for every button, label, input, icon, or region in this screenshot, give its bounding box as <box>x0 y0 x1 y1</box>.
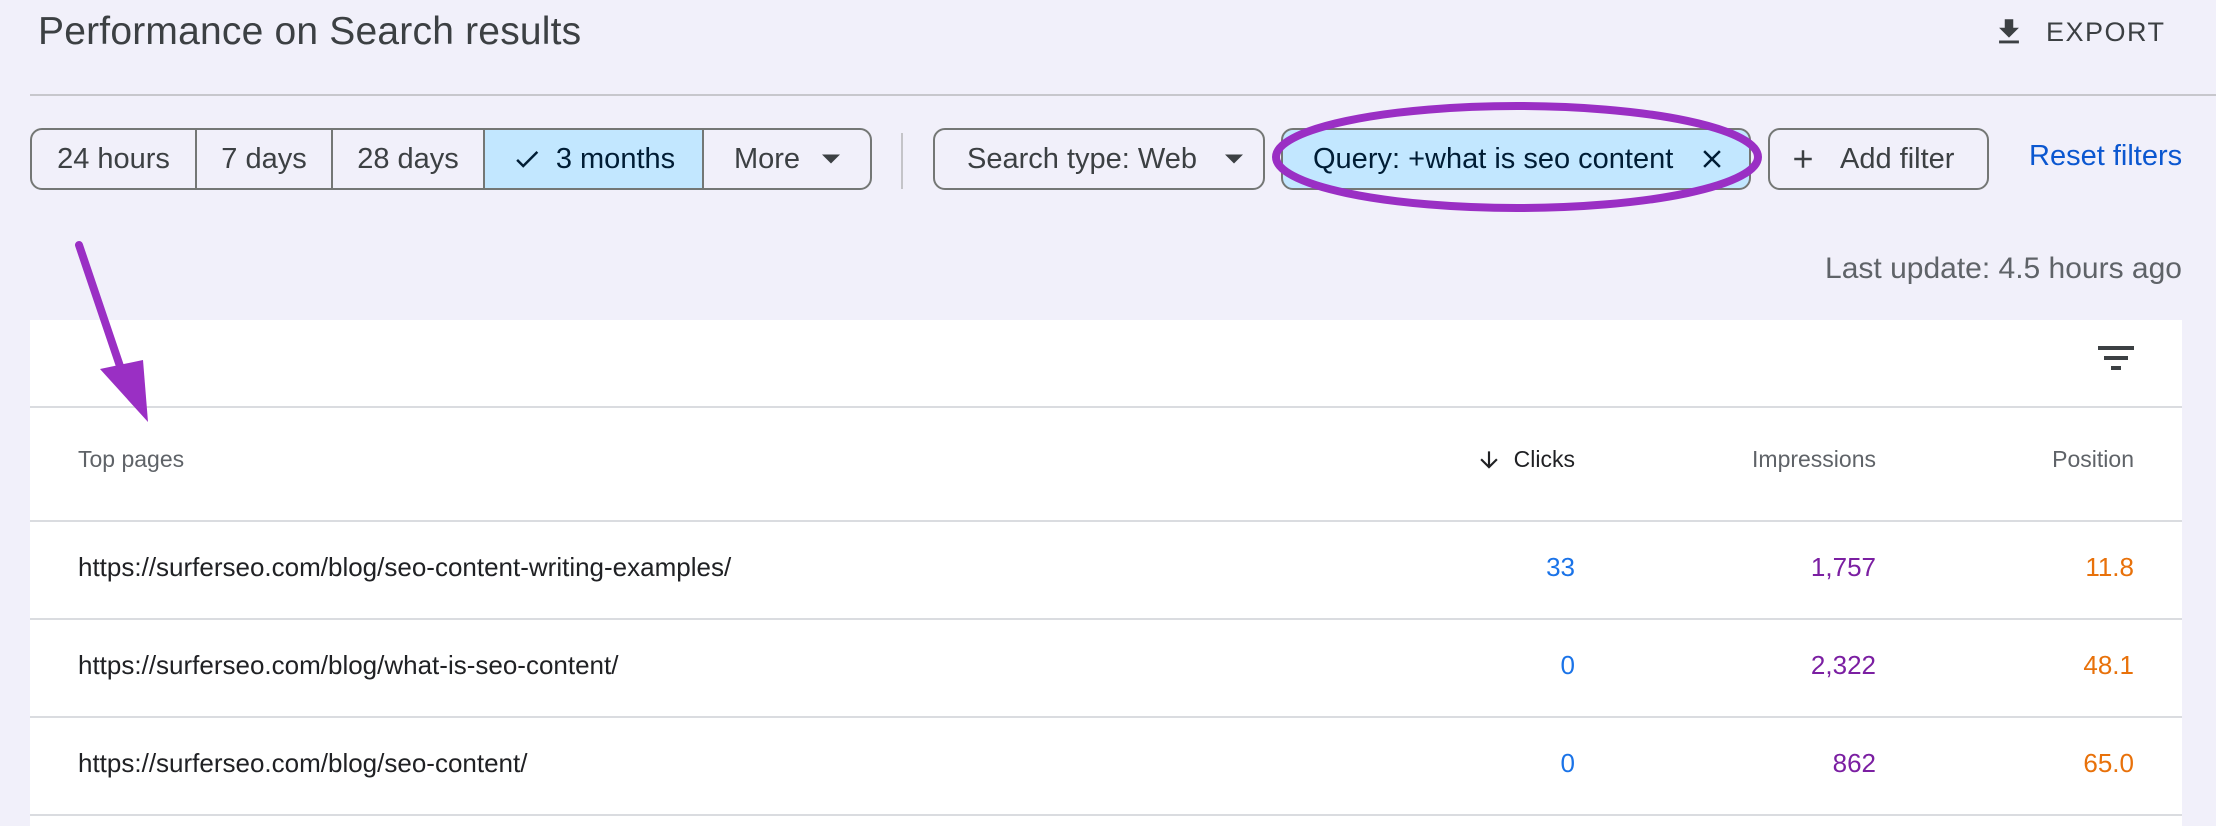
page-url: https://surferseo.com/blog/seo-content/ <box>78 748 528 778</box>
last-update-text: Last update: 4.5 hours ago <box>1825 252 2182 285</box>
query-filter-label: Query: +what is seo content <box>1313 142 1674 175</box>
toolbar-divider <box>901 133 903 189</box>
search-type-label: Search type: Web <box>967 142 1197 175</box>
header-divider <box>30 94 2216 96</box>
export-label: EXPORT <box>2046 16 2166 47</box>
check-icon <box>516 151 539 168</box>
range-3-months[interactable]: 3 months <box>485 130 704 188</box>
page-url: https://surferseo.com/blog/seo-content-w… <box>78 552 732 582</box>
date-range-selector: 24 hours 7 days 28 days 3 months More <box>30 128 872 190</box>
range-label: More <box>733 142 801 175</box>
column-top-pages[interactable]: Top pages <box>78 446 184 473</box>
query-filter-chip[interactable]: Query: +what is seo content <box>1281 128 1751 190</box>
impressions-value: 2,322 <box>1810 650 1876 680</box>
reset-filters-link[interactable]: Reset filters <box>2029 140 2182 173</box>
position-value: 11.8 <box>2085 552 2134 582</box>
position-value: 65.0 <box>2083 748 2134 778</box>
add-filter-button[interactable]: Add filter <box>1768 128 1989 190</box>
clicks-value: 0 <box>1560 650 1575 680</box>
column-clicks[interactable]: Clicks <box>1476 446 1575 473</box>
filter-rows-icon[interactable] <box>2092 334 2140 382</box>
page-header: Performance on Search results EXPORT <box>0 0 2216 95</box>
range-label: 24 hours <box>57 142 170 175</box>
column-position[interactable]: Position <box>2052 446 2134 473</box>
close-icon[interactable] <box>1697 144 1727 174</box>
clicks-value: 33 <box>1546 552 1575 582</box>
dropdown-arrow-icon <box>1224 154 1243 164</box>
dropdown-arrow-icon <box>822 154 841 164</box>
range-label: 7 days <box>221 142 307 175</box>
range-more-dropdown[interactable]: More <box>704 130 870 188</box>
export-button[interactable]: EXPORT <box>1992 8 2166 56</box>
sort-descending-icon <box>1479 450 1498 469</box>
download-icon <box>1999 19 2019 44</box>
column-impressions[interactable]: Impressions <box>1752 446 1876 473</box>
range-7-days[interactable]: 7 days <box>197 130 333 188</box>
impressions-value: 1,757 <box>1810 552 1876 582</box>
range-28-days[interactable]: 28 days <box>333 130 485 188</box>
page-url: https://surferseo.com/blog/what-is-seo-c… <box>78 650 619 680</box>
table-toolbar <box>30 320 2182 408</box>
range-24-hours[interactable]: 24 hours <box>32 130 197 188</box>
range-label: 3 months <box>555 142 676 175</box>
search-type-filter[interactable]: Search type: Web <box>933 128 1265 190</box>
table-header: Top pages Clicks Impressions Position <box>30 408 2182 522</box>
table-row[interactable]: https://surferseo.com/blog/what-is-seo-c… <box>30 620 2182 718</box>
clicks-value: 0 <box>1560 748 1575 778</box>
table-row[interactable]: https://surferseo.com/blog/seo-content-w… <box>30 522 2182 620</box>
plus-icon <box>1794 150 1812 168</box>
page-title: Performance on Search results <box>38 10 582 53</box>
impressions-value: 862 <box>1832 748 1876 778</box>
position-value: 48.1 <box>2083 650 2134 680</box>
add-filter-label: Add filter <box>1840 142 1955 175</box>
table-row[interactable]: https://surferseo.com/blog/seo-content/ … <box>30 718 2182 816</box>
range-label: 28 days <box>357 142 459 175</box>
clicks-header-label: Clicks <box>1513 446 1575 472</box>
top-pages-card: Top pages Clicks Impressions Position ht… <box>30 320 2182 826</box>
